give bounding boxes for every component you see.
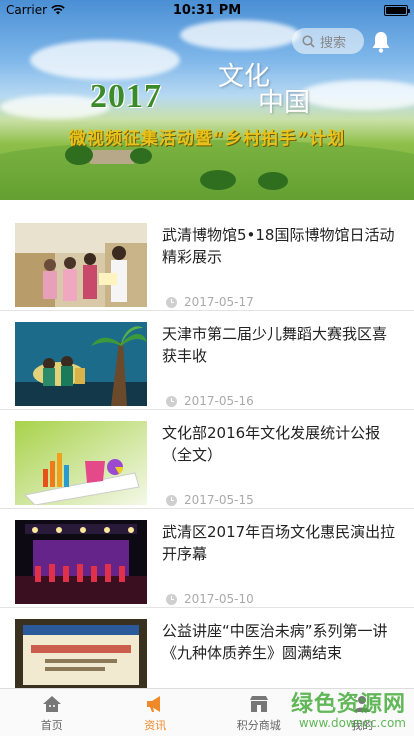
person-icon <box>354 696 371 712</box>
news-thumbnail <box>15 223 147 307</box>
news-date-text: 2017-05-10 <box>184 592 254 606</box>
news-date: 2017-05-15 <box>166 493 254 507</box>
house-decoration <box>90 150 134 164</box>
cloud-decoration <box>30 40 180 80</box>
search-placeholder: 搜索 <box>320 35 347 51</box>
status-bar: Carrier 10:31 PM <box>0 0 414 20</box>
news-item[interactable]: 天津市第二届少儿舞蹈大赛我区喜获丰收 2017-05-16 <box>0 311 414 410</box>
status-right <box>384 4 410 16</box>
news-title: 天津市第二届少儿舞蹈大赛我区喜获丰收 <box>162 325 388 365</box>
news-thumbnail <box>15 520 147 604</box>
tab-shop-label: 积分商城 <box>236 719 281 732</box>
battery-icon <box>384 4 410 16</box>
news-thumbnail <box>15 322 147 406</box>
megaphone-icon <box>147 696 161 712</box>
home-icon <box>42 696 61 712</box>
news-item[interactable]: 武清博物馆5•18国际博物馆日活动精彩展示 2017-05-17 <box>0 212 414 311</box>
search-input[interactable]: 搜索 <box>292 28 364 54</box>
banner-calligraphy-2: 中国 <box>258 88 311 118</box>
news-date: 2017-05-10 <box>166 592 254 606</box>
cloud-decoration <box>180 20 300 50</box>
news-title: 文化部2016年文化发展统计公报（全文） <box>162 424 381 464</box>
news-date-text: 2017-05-16 <box>184 394 254 408</box>
news-date: 2017-05-17 <box>166 295 254 309</box>
tab-mine-label: 我的 <box>351 719 374 732</box>
tab-bar: 首页 资讯 积分商城 我的 <box>0 688 414 736</box>
news-date: 2017-05-16 <box>166 394 254 408</box>
tree-decoration <box>130 148 152 164</box>
tree-decoration <box>200 170 236 190</box>
news-title: 武清博物馆5•18国际博物馆日活动精彩展示 <box>162 226 395 266</box>
cloud-decoration <box>300 80 414 110</box>
news-title: 公益讲座“中医治未病”系列第一讲《九种体质养生》圆满结束 <box>162 622 388 662</box>
clock-icon <box>166 593 177 605</box>
news-title: 武清区2017年百场文化惠民演出拉开序幕 <box>162 523 396 563</box>
tab-news-label: 资讯 <box>144 719 167 732</box>
tab-news[interactable]: 资讯 <box>104 689 208 736</box>
wifi-icon <box>51 5 65 15</box>
tab-shop[interactable]: 积分商城 <box>207 689 311 736</box>
clock-icon <box>166 494 177 506</box>
banner-year: 2017 <box>90 78 162 115</box>
meadow-decoration <box>0 140 414 200</box>
carrier-label: Carrier <box>6 3 48 17</box>
search-icon <box>302 34 315 48</box>
banner-slogan: 微视频征集活动暨“乡村拍手”计划 <box>68 129 346 149</box>
status-left: Carrier <box>6 3 65 17</box>
clock-icon <box>166 296 177 308</box>
news-date-text: 2017-05-15 <box>184 493 254 507</box>
bell-icon[interactable] <box>370 30 392 54</box>
tab-home-label: 首页 <box>40 719 63 732</box>
clock-icon <box>166 395 177 407</box>
tree-decoration <box>258 172 288 190</box>
news-date-text: 2017-05-17 <box>184 295 254 309</box>
app-screen: 2017 文化 中国 微视频征集活动暨“乡村拍手”计划 Carrier 10:3… <box>0 0 414 736</box>
shop-icon <box>249 696 268 712</box>
news-thumbnail <box>15 421 147 505</box>
tab-mine[interactable]: 我的 <box>311 689 414 736</box>
news-item[interactable]: 文化部2016年文化发展统计公报（全文） 2017-05-15 <box>0 410 414 509</box>
news-list: 武清博物馆5•18国际博物馆日活动精彩展示 2017-05-17 天津市第二届少… <box>0 212 414 707</box>
tab-home[interactable]: 首页 <box>0 689 104 736</box>
news-item[interactable]: 武清区2017年百场文化惠民演出拉开序幕 2017-05-10 <box>0 509 414 608</box>
